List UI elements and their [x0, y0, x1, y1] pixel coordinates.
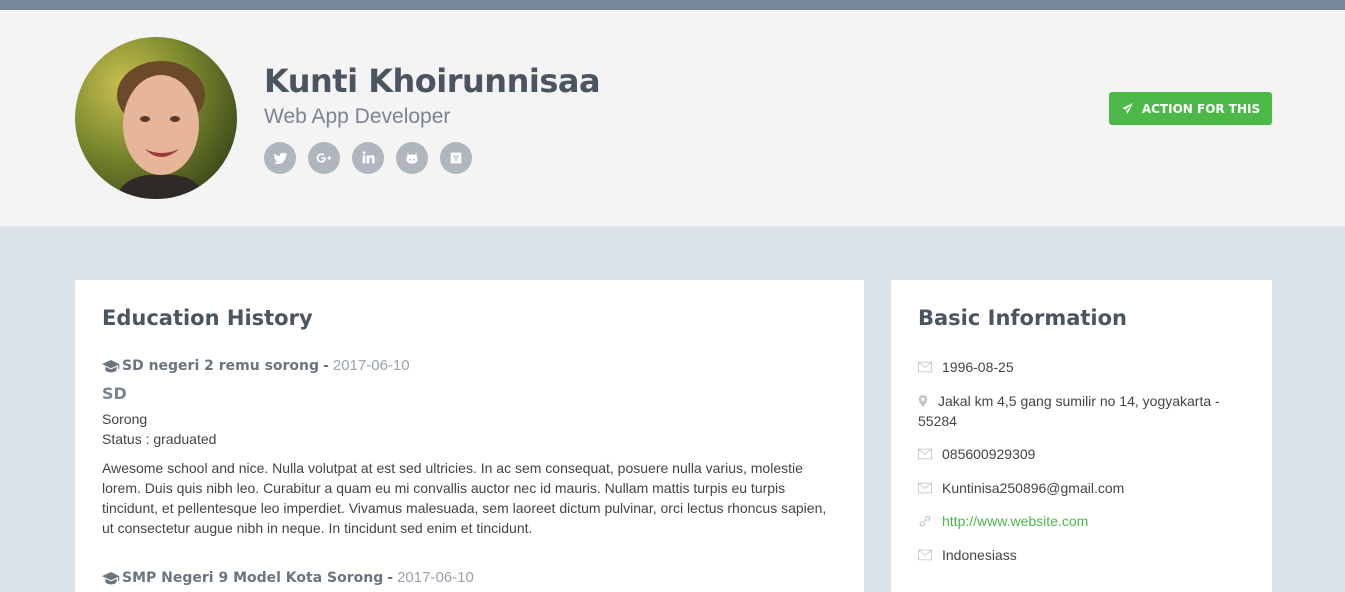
education-status: Status : graduated [102, 431, 217, 447]
profile-name: Kunti Khoirunnisaa [264, 62, 601, 100]
education-entry-header: SD negeri 2 remu sorong - 2017-06-10 [102, 357, 837, 374]
school-date-separator: - [387, 569, 394, 586]
envelope-icon [918, 361, 932, 373]
envelope-icon [918, 482, 932, 494]
social-links [264, 142, 472, 174]
education-city: Sorong [102, 411, 148, 427]
education-description: Awesome school and nice. Nulla volutpat … [102, 460, 827, 536]
education-card: Education History SD negeri 2 remu soron… [75, 280, 864, 592]
action-button-label: ACTION FOR THIS [1141, 101, 1261, 116]
linkedin-icon [362, 151, 375, 164]
address-value: Jakal km 4,5 gang sumilir no 14, yogyaka… [918, 393, 1220, 429]
email-row: Kuntinisa250896@gmail.com [918, 478, 1248, 498]
education-entry-header: SMP Negeri 9 Model Kota Sorong - 2017-06… [102, 569, 837, 586]
y-combinator-link[interactable] [440, 142, 472, 174]
address-row: Jakal km 4,5 gang sumilir no 14, yogyaka… [918, 391, 1248, 431]
action-button[interactable]: ACTION FOR THIS [1109, 92, 1272, 125]
birthdate-value: 1996-08-25 [942, 359, 1014, 375]
school-name: SD negeri 2 remu sorong [122, 357, 320, 374]
website-row: http://www.website.com [918, 511, 1248, 531]
map-marker-icon [918, 395, 928, 407]
education-title: Education History [102, 306, 313, 330]
school-name: SMP Negeri 9 Model Kota Sorong [122, 569, 384, 586]
y-combinator-icon [450, 152, 462, 164]
google-plus-icon [316, 153, 332, 163]
envelope-icon [918, 448, 932, 460]
education-level: SD [102, 384, 127, 403]
github-link[interactable] [396, 142, 428, 174]
graduation-cap-icon [102, 359, 120, 372]
avatar [75, 37, 237, 199]
twitter-icon [273, 152, 288, 164]
envelope-icon [918, 549, 932, 561]
phone-row: 085600929309 [918, 444, 1248, 464]
github-icon [406, 152, 418, 164]
website-link[interactable]: http://www.website.com [942, 513, 1088, 529]
top-bar [0, 0, 1345, 10]
school-date: 2017-06-10 [332, 357, 410, 374]
country-row: Indonesiass [918, 545, 1248, 565]
graduation-cap-icon [102, 571, 120, 584]
twitter-link[interactable] [264, 142, 296, 174]
profile-role: Web App Developer [264, 105, 451, 128]
send-icon [1121, 103, 1133, 114]
basic-info-card: Basic Information 1996-08-25 Jakal km 4,… [891, 280, 1272, 592]
linkedin-link[interactable] [352, 142, 384, 174]
google-plus-link[interactable] [308, 142, 340, 174]
link-icon [919, 515, 931, 527]
education-entry: SD negeri 2 remu sorong - 2017-06-10 SD … [102, 357, 837, 538]
school-date: 2017-06-10 [397, 569, 474, 586]
basic-info-title: Basic Information [918, 306, 1127, 330]
birthdate-row: 1996-08-25 [918, 357, 1248, 377]
country-value: Indonesiass [942, 547, 1017, 563]
email-value: Kuntinisa250896@gmail.com [942, 480, 1125, 496]
school-date-separator: - [323, 357, 329, 374]
education-entry: SMP Negeri 9 Model Kota Sorong - 2017-06… [102, 569, 837, 586]
phone-value: 085600929309 [942, 446, 1036, 462]
profile-header: Kunti Khoirunnisaa Web App Developer ACT… [0, 10, 1345, 226]
